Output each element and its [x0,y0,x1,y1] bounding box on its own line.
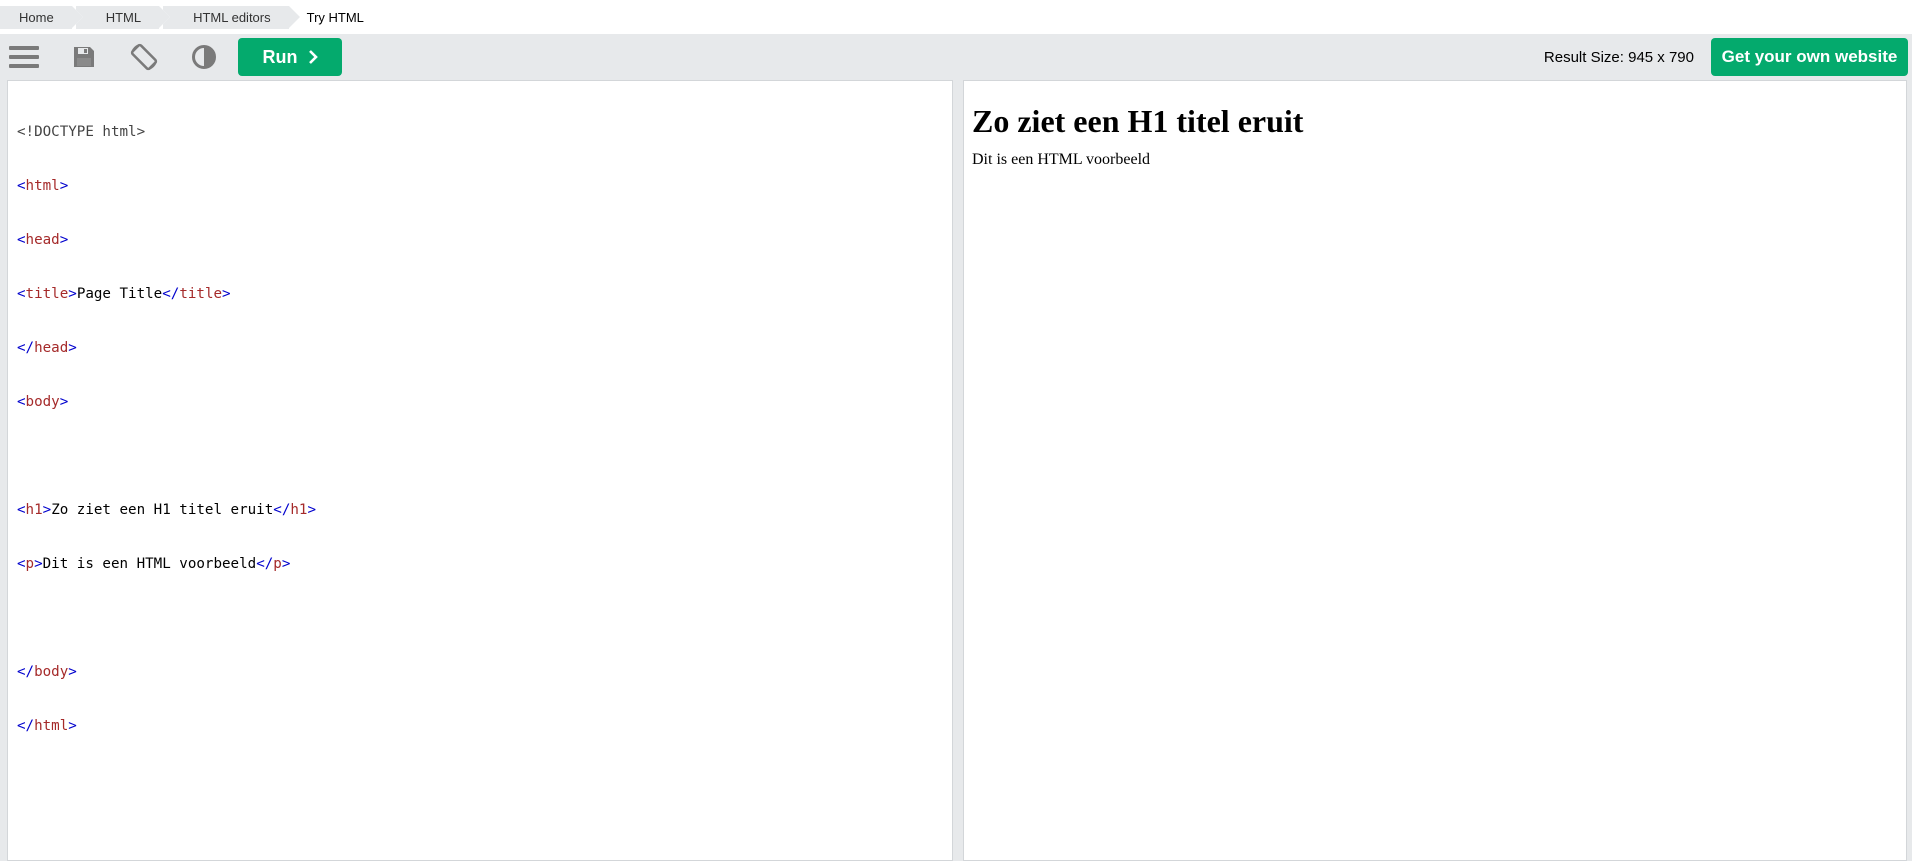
bracket-token: > [68,718,77,734]
breadcrumb-try-html: Try HTML [288,5,374,29]
tag-token: title [25,286,69,302]
breadcrumb: Home HTML HTML editors Try HTML [0,0,1912,34]
code-line: <head> [17,231,952,249]
contrast-icon[interactable] [187,42,221,72]
bracket-token: > [59,178,69,194]
text-token: Dit is een HTML voorbeeld [42,556,257,572]
bracket-token: > [42,502,52,518]
code-line: <!DOCTYPE html> [17,123,952,141]
bracket-token: </ [17,340,35,356]
bracket-token: > [68,664,77,680]
save-icon[interactable] [67,42,101,72]
bracket-token: > [59,232,69,248]
code-editor[interactable]: <!DOCTYPE html> <html> <head> <title>Pag… [7,80,953,861]
tag-token: head [25,232,60,248]
bracket-token: < [17,178,26,194]
tag-token: html [25,178,60,194]
result-paragraph: Dit is een HTML voorbeeld [972,151,1151,168]
breadcrumb-html[interactable]: HTML [71,5,171,29]
bracket-token: < [17,394,26,410]
tag-token: title [179,286,223,302]
bracket-token: > [307,502,317,518]
code-line: <html> [17,177,952,195]
run-button-label: Run [262,46,298,67]
bracket-token: < [17,502,26,518]
tag-token: p [273,556,282,572]
doctype-token: <!DOCTYPE html> [17,124,146,140]
code-line: <h1>Zo ziet een H1 titel eruit</h1> [17,501,952,519]
bracket-token: </ [256,556,274,572]
bracket-token: > [34,556,43,572]
result-frame[interactable]: Zo ziet een H1 titel eruit Dit is een HT… [963,80,1907,861]
bracket-token: </ [17,718,35,734]
chevron-right-icon [308,50,318,64]
tag-token: html [34,718,69,734]
code-line: </head> [17,339,952,357]
text-token: Zo ziet een H1 titel eruit [51,502,274,518]
get-own-website-button[interactable]: Get your own website [1711,38,1908,76]
code-line: </body> [17,663,952,681]
code-line: <body> [17,393,952,411]
text-token: Page Title [76,286,163,302]
bracket-token: > [68,340,77,356]
breadcrumb-html-editors[interactable]: HTML editors [159,5,300,29]
menu-icon[interactable] [7,42,41,72]
bracket-token: </ [17,664,35,680]
bracket-token: < [17,232,26,248]
tag-token: p [25,556,35,572]
bracket-token: < [17,556,26,572]
run-button[interactable]: Run [238,38,342,76]
rotate-icon[interactable] [127,42,161,72]
code-line: </html> [17,717,952,735]
bracket-token: > [222,286,231,302]
code-line: <title>Page Title</title> [17,285,952,303]
breadcrumb-home[interactable]: Home [0,5,83,29]
result-size: Result Size: 945 x 790 [1543,49,1694,66]
bracket-token: </ [273,502,291,518]
bracket-token: < [17,286,26,302]
tag-token: head [34,340,69,356]
bracket-token: > [68,286,77,302]
result-heading: Zo ziet een H1 titel eruit [972,103,1304,139]
tag-token: h1 [290,502,308,518]
toolbar: Run Result Size: 945 x 790 Get your own … [0,34,1912,80]
tag-token: body [34,664,69,680]
code-line: <p>Dit is een HTML voorbeeld</p> [17,555,952,573]
bracket-token: > [59,394,69,410]
bracket-token: </ [162,286,180,302]
bracket-token: > [281,556,291,572]
tag-token: body [25,394,60,410]
tag-token: h1 [25,502,43,518]
